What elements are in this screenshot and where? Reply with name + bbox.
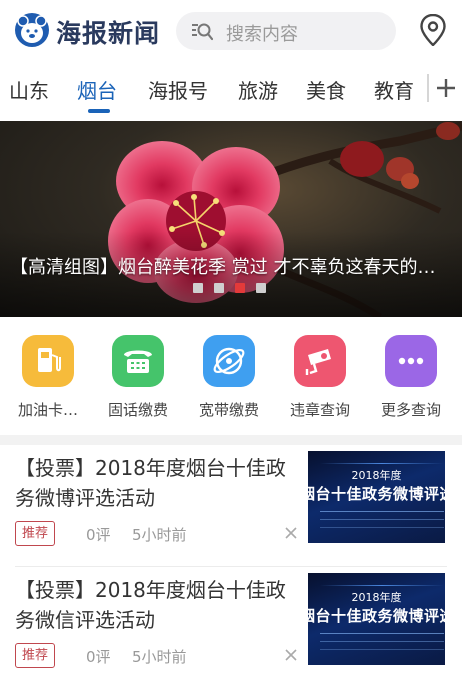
globe-icon — [203, 335, 255, 387]
service-label: 加油卡… — [17, 401, 78, 419]
news-thumbnail[interactable]: 2018年度 烟台十佳政务微博评选 — [308, 573, 445, 665]
service-label: 宽带缴费 — [198, 401, 259, 419]
carousel-dot[interactable] — [214, 283, 224, 293]
thumb-year: 2018年度 — [351, 469, 402, 482]
service-more-queries[interactable]: 更多查询 — [373, 335, 449, 425]
banner-caption: 【高清组图】烟台醉美花季 赏过 才不辜负这春天的… — [10, 257, 436, 278]
thumb-decoration — [320, 641, 444, 642]
news-list-item[interactable]: 【投票】2018年度烟台十佳政务微信评选活动 推荐 0评 5小时前 2018年度… — [0, 567, 462, 689]
recommend-badge: 推荐 — [15, 521, 56, 546]
channel-tabs: 山东 烟台 海报号 旅游 美食 教育 — [0, 62, 462, 118]
comment-count: 0评 — [86, 526, 111, 544]
app-header: 海报新闻 搜索内容 — [0, 0, 462, 62]
tab-food[interactable]: 美食 — [306, 75, 346, 104]
publish-time: 5小时前 — [132, 648, 187, 666]
close-icon[interactable] — [284, 648, 298, 662]
service-fuel-card[interactable]: 加油卡… — [10, 335, 86, 425]
thumb-title: 烟台十佳政务微博评选 — [308, 485, 445, 503]
recommend-badge: 推荐 — [15, 643, 56, 668]
carousel-dot[interactable] — [256, 283, 266, 293]
service-violation-query[interactable]: 违章查询 — [282, 335, 358, 425]
tab-yantai[interactable]: 烟台 — [77, 75, 117, 104]
fuel-pump-icon — [22, 335, 74, 387]
carousel-dot-active[interactable] — [235, 283, 245, 293]
more-dots-icon — [385, 335, 437, 387]
publish-time: 5小时前 — [132, 526, 187, 544]
thumb-decoration — [320, 463, 444, 464]
search-icon — [192, 23, 213, 41]
thumb-decoration — [320, 519, 444, 520]
service-landline-payment[interactable]: 固话缴费 — [100, 335, 176, 425]
thumb-decoration — [320, 633, 444, 634]
service-broadband-payment[interactable]: 宽带缴费 — [191, 335, 267, 425]
thumb-decoration — [320, 585, 444, 586]
thumb-decoration — [320, 527, 444, 528]
section-gap — [0, 435, 462, 445]
thumb-year: 2018年度 — [351, 591, 402, 604]
news-thumbnail[interactable]: 2018年度 烟台十佳政务微博评选 — [308, 451, 445, 543]
tab-fade — [412, 62, 434, 118]
tab-divider — [427, 74, 429, 102]
news-title[interactable]: 【投票】2018年度烟台十佳政务微博评选活动 — [15, 453, 295, 513]
news-list-item[interactable]: 【投票】2018年度烟台十佳政务微博评选活动 推荐 0评 5小时前 2018年度… — [0, 445, 462, 567]
tab-travel[interactable]: 旅游 — [238, 75, 278, 104]
plum-blossom-image — [0, 121, 462, 317]
service-label: 违章查询 — [289, 401, 350, 419]
thumb-decoration — [320, 511, 444, 512]
tab-haibaohao[interactable]: 海报号 — [148, 75, 208, 104]
telephone-icon — [112, 335, 164, 387]
service-label: 固话缴费 — [107, 401, 168, 419]
bear-face-logo-icon[interactable] — [14, 12, 50, 48]
active-tab-indicator — [88, 109, 110, 113]
search-placeholder: 搜索内容 — [226, 24, 298, 45]
thumb-title: 烟台十佳政务微博评选 — [308, 607, 445, 625]
quick-services: 加油卡… 固话缴费 宽带缴费 违章查询 更多查询 — [0, 317, 462, 435]
close-icon[interactable] — [284, 526, 298, 540]
traffic-camera-icon — [294, 335, 346, 387]
thumb-decoration — [320, 649, 444, 650]
banner-carousel[interactable]: 【高清组图】烟台醉美花季 赏过 才不辜负这春天的… — [0, 121, 462, 317]
add-channel-icon[interactable] — [436, 78, 456, 98]
tab-education[interactable]: 教育 — [374, 75, 414, 104]
map-pin-icon[interactable] — [420, 14, 446, 46]
news-title[interactable]: 【投票】2018年度烟台十佳政务微信评选活动 — [15, 575, 295, 635]
search-input[interactable]: 搜索内容 — [176, 12, 396, 50]
service-label: 更多查询 — [380, 401, 441, 419]
carousel-dot[interactable] — [193, 283, 203, 293]
app-name: 海报新闻 — [56, 19, 161, 48]
tab-shandong[interactable]: 山东 — [9, 75, 49, 104]
comment-count: 0评 — [86, 648, 111, 666]
